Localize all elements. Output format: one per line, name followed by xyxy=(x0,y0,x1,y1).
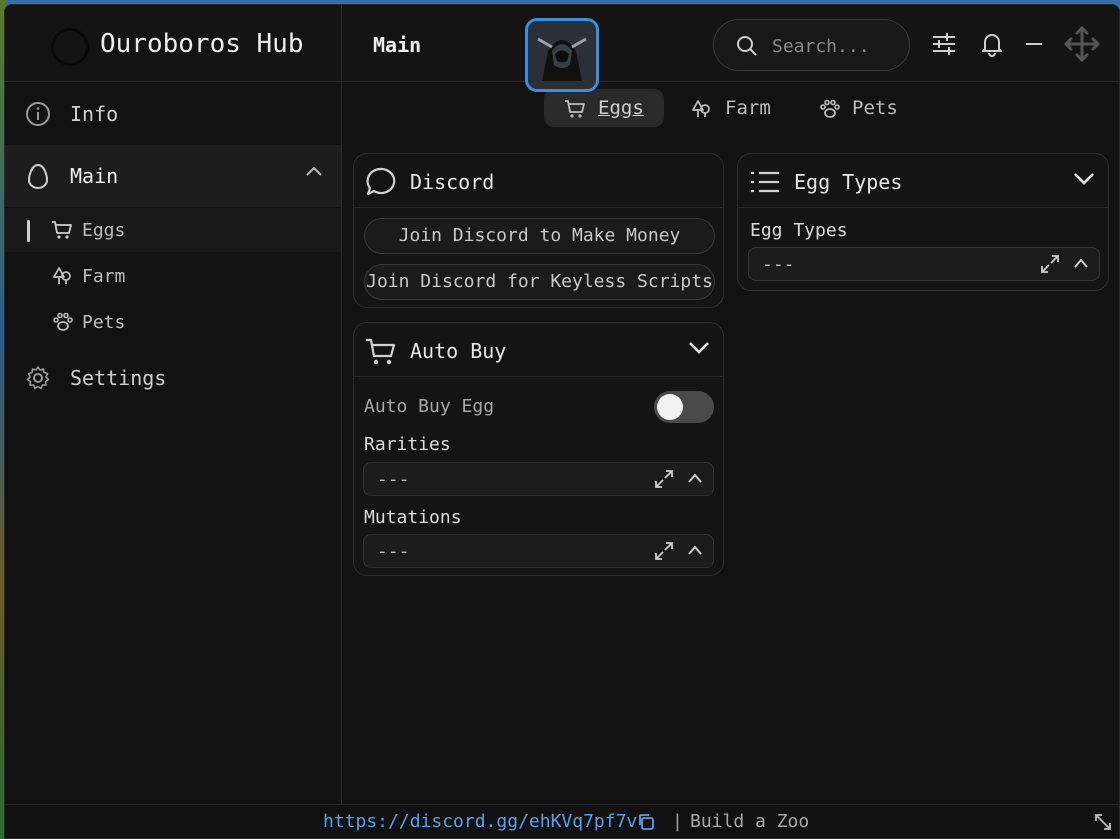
dropdown-value: --- xyxy=(762,254,795,275)
mutations-label: Mutations xyxy=(364,507,462,528)
info-icon xyxy=(26,102,50,126)
app-title: Ouroboros Hub xyxy=(100,29,304,59)
avatar[interactable] xyxy=(525,18,599,92)
chevron-up-icon[interactable] xyxy=(1073,256,1089,270)
search-box[interactable] xyxy=(713,19,910,71)
dropdown-value: --- xyxy=(377,469,410,490)
logo-icon xyxy=(51,28,89,66)
search-icon xyxy=(737,36,757,56)
sidebar-item-label: Info xyxy=(70,102,119,126)
rarities-label: Rarities xyxy=(364,434,451,455)
gear-icon xyxy=(26,366,50,390)
sidebar-subitem-label: Eggs xyxy=(82,220,126,241)
chevron-down-icon[interactable] xyxy=(1072,170,1096,186)
panel-title: Auto Buy xyxy=(410,339,507,363)
sidebar-subitem-label: Pets xyxy=(82,312,126,333)
tab-eggs[interactable]: Eggs xyxy=(544,89,664,127)
sidebar-item-label: Main xyxy=(70,164,119,188)
dropdown-value: --- xyxy=(377,541,410,562)
auto-buy-panel-header[interactable]: Auto Buy xyxy=(354,323,723,377)
hooded-figure-icon xyxy=(528,21,596,89)
tab-pets[interactable]: Pets xyxy=(808,89,918,127)
sidebar-item-label: Settings xyxy=(70,366,167,390)
footer-separator: | xyxy=(672,811,683,832)
chat-bubble-icon xyxy=(366,167,396,196)
egg-types-dropdown[interactable]: --- xyxy=(748,247,1100,281)
paw-icon xyxy=(820,99,840,118)
hub-window: Ouroboros Hub Main Search... Info Main E… xyxy=(4,4,1120,839)
resize-icon[interactable] xyxy=(1093,812,1113,832)
cart-icon xyxy=(366,338,396,365)
rarities-dropdown[interactable]: --- xyxy=(363,462,714,496)
discord-panel: Discord Join Discord to Make Money Join … xyxy=(353,153,724,308)
chevron-up-icon[interactable] xyxy=(687,471,703,485)
panel-title: Discord xyxy=(410,170,495,194)
sidebar-divider xyxy=(341,5,342,838)
sliders-icon[interactable] xyxy=(929,29,959,59)
tab-label: Pets xyxy=(852,97,898,119)
join-discord-keyless-button[interactable]: Join Discord for Keyless Scripts xyxy=(364,264,715,300)
chevron-up-icon[interactable] xyxy=(305,165,323,177)
tab-label: Eggs xyxy=(598,97,644,119)
sidebar-subitem-eggs[interactable]: Eggs xyxy=(5,208,341,252)
bell-icon[interactable] xyxy=(977,29,1007,59)
panel-title: Egg Types xyxy=(794,170,903,194)
sidebar-subitem-pets[interactable]: Pets xyxy=(5,300,341,344)
tab-label: Farm xyxy=(725,97,771,119)
expand-icon[interactable] xyxy=(653,468,675,490)
auto-buy-egg-toggle[interactable] xyxy=(654,391,714,423)
search-input[interactable] xyxy=(772,32,902,60)
chevron-up-icon[interactable] xyxy=(687,543,703,557)
egg-types-panel-header[interactable]: Egg Types xyxy=(738,154,1108,208)
sidebar-item-main[interactable]: Main xyxy=(5,145,341,207)
paw-icon xyxy=(53,312,73,331)
egg-types-panel: Egg Types Egg Types --- xyxy=(737,153,1109,291)
selection-indicator xyxy=(27,220,30,242)
auto-buy-egg-label: Auto Buy Egg xyxy=(364,396,495,417)
sidebar-subitem-label: Farm xyxy=(82,266,126,287)
chevron-down-icon[interactable] xyxy=(687,339,711,355)
egg-icon xyxy=(27,163,49,189)
cart-icon xyxy=(52,221,72,239)
egg-types-label: Egg Types xyxy=(750,220,848,241)
tree-icon xyxy=(53,267,71,284)
minimize-icon[interactable] xyxy=(1020,29,1050,59)
auto-buy-panel: Auto Buy Auto Buy Egg Rarities --- Mutat… xyxy=(353,322,724,576)
discord-panel-header: Discord xyxy=(354,154,723,208)
sidebar-item-info[interactable]: Info xyxy=(5,85,341,143)
move-icon[interactable] xyxy=(1063,25,1101,63)
copy-icon[interactable] xyxy=(637,813,655,831)
tree-icon xyxy=(692,100,710,117)
discord-invite-link[interactable]: https://discord.gg/ehKVq7pf7v xyxy=(323,811,637,832)
expand-icon[interactable] xyxy=(653,540,675,562)
list-icon xyxy=(751,171,779,193)
join-discord-money-button[interactable]: Join Discord to Make Money xyxy=(364,218,715,254)
mutations-dropdown[interactable]: --- xyxy=(363,534,714,568)
page-title: Main xyxy=(373,33,422,57)
sidebar-item-settings[interactable]: Settings xyxy=(5,349,341,407)
tab-farm[interactable]: Farm xyxy=(680,89,790,127)
game-name: Build a Zoo xyxy=(690,811,810,832)
sidebar-subitem-farm[interactable]: Farm xyxy=(5,254,341,298)
cart-icon xyxy=(565,100,585,118)
toggle-knob xyxy=(657,394,683,420)
expand-icon[interactable] xyxy=(1039,253,1061,275)
footer-bar: https://discord.gg/ehKVq7pf7v | Build a … xyxy=(5,804,1119,838)
